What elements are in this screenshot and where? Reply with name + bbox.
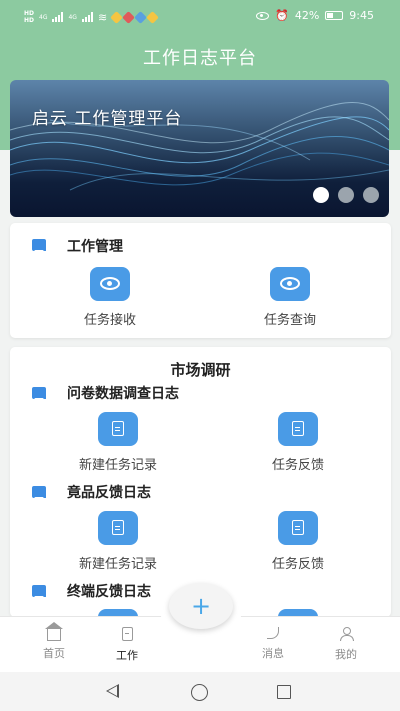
pagination-dot[interactable] <box>313 187 329 203</box>
task-feedback-button[interactable]: 任务反馈 <box>233 412 363 473</box>
section-title: 问卷数据调查日志 <box>67 386 179 402</box>
hd-label-1: HD <box>24 10 35 17</box>
network-label-1: 4G <box>39 13 48 21</box>
flag-icon <box>32 387 46 402</box>
tile-label: 新建任务记录 <box>78 458 157 473</box>
nav-profile[interactable]: 我的 <box>316 627 376 662</box>
nav-label: 工作 <box>116 649 138 662</box>
task-feedback-button[interactable]: 任务反馈 <box>233 511 363 572</box>
signal-icon <box>52 12 64 22</box>
app-notification-icon <box>110 10 124 24</box>
tile-label: 任务查询 <box>263 313 316 328</box>
signal-icon-2 <box>81 12 93 22</box>
status-right: ⏰ 42% 9:45 <box>256 9 374 22</box>
section-title: 终端反馈日志 <box>67 584 151 600</box>
nav-messages[interactable]: 消息 <box>243 627 303 661</box>
document-icon <box>98 511 138 545</box>
tile-label: 任务反馈 <box>271 557 324 572</box>
eye-comfort-icon <box>256 11 270 20</box>
status-bar: HD HD 4G 4G ≋ ⏰ 42% 9:45 <box>0 0 400 34</box>
app-notification-icon <box>122 10 136 24</box>
task-query-button[interactable]: 任务查询 <box>225 267 355 328</box>
recent-apps-icon[interactable] <box>277 685 291 699</box>
user-icon <box>340 627 354 641</box>
pagination-dot[interactable] <box>338 187 354 203</box>
eye-icon <box>90 267 130 301</box>
tile-label: 任务反馈 <box>271 458 324 473</box>
home-icon <box>45 622 63 641</box>
tile-label: 新建任务记录 <box>78 557 157 572</box>
nav-label: 消息 <box>262 647 284 660</box>
battery-icon <box>325 11 344 20</box>
card-title: 市场调研 <box>170 361 231 379</box>
task-receive-button[interactable]: 任务接收 <box>45 267 175 328</box>
document-icon <box>278 412 318 446</box>
market-research-card: 市场调研 问卷数据调查日志 新建任务记录 任务反馈 竟品反馈日志 新建任务记录 … <box>10 347 391 617</box>
alarm-icon: ⏰ <box>275 9 289 22</box>
work-icon <box>121 627 133 641</box>
hd-indicator: HD HD <box>24 10 34 24</box>
app-notification-icon <box>146 10 160 24</box>
section-title: 工作管理 <box>67 239 123 255</box>
back-icon[interactable] <box>106 684 119 698</box>
banner-title: 启云 工作管理平台 <box>32 109 183 129</box>
phone-icon <box>267 627 279 639</box>
clock: 9:45 <box>349 9 374 22</box>
pagination-dot[interactable] <box>363 187 379 203</box>
work-management-card: 工作管理 任务接收 任务查询 <box>10 223 391 338</box>
network-label-2: 4G <box>68 13 77 21</box>
page-title: 工作日志平台 <box>143 48 257 69</box>
home-circle-icon[interactable] <box>191 684 208 701</box>
section-title: 竟品反馈日志 <box>67 485 151 501</box>
flag-icon <box>32 585 46 600</box>
nav-label: 首页 <box>43 647 65 660</box>
wifi-icon: ≋ <box>97 10 108 24</box>
status-left: HD HD 4G 4G ≋ <box>24 10 160 24</box>
document-icon <box>98 412 138 446</box>
new-task-record-button[interactable]: 新建任务记录 <box>53 412 183 473</box>
tile-label: 任务接收 <box>83 313 136 328</box>
app-notification-icon <box>134 10 148 24</box>
flag-icon <box>32 239 46 254</box>
eye-icon <box>270 267 310 301</box>
nav-home[interactable]: 首页 <box>24 622 84 661</box>
system-navigation-bar <box>0 672 400 711</box>
battery-level <box>327 13 334 18</box>
banner-carousel[interactable]: 启云 工作管理平台 <box>10 80 389 217</box>
document-icon <box>278 511 318 545</box>
plus-icon: + <box>190 592 212 620</box>
new-task-record-button[interactable]: 新建任务记录 <box>53 511 183 572</box>
notification-icons <box>110 10 160 24</box>
add-button[interactable]: + <box>169 583 233 629</box>
hd-label-2: HD <box>24 17 35 24</box>
banner-pagination <box>313 187 379 203</box>
battery-percent: 42% <box>294 9 320 22</box>
nav-work[interactable]: 工作 <box>97 627 157 663</box>
nav-label: 我的 <box>335 648 357 661</box>
flag-icon <box>32 486 46 501</box>
